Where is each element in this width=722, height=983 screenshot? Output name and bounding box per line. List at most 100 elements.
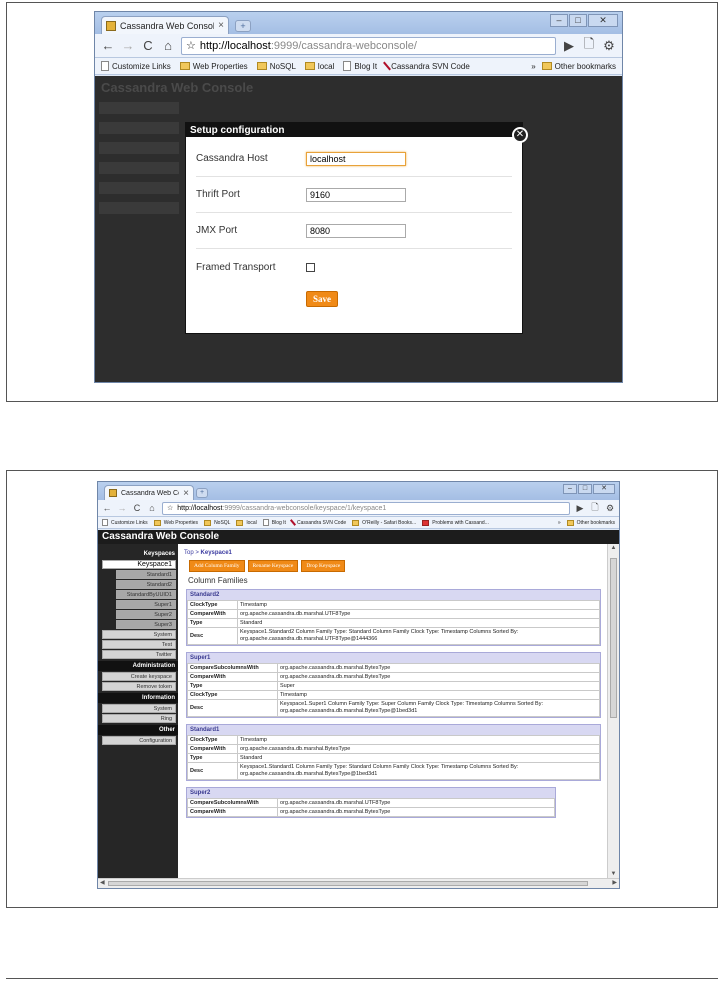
jmx-port-input[interactable] <box>306 223 406 238</box>
framed-transport-checkbox[interactable] <box>306 262 315 272</box>
column-family-name[interactable]: Standard2 <box>187 590 600 600</box>
column-family-name[interactable]: Standard1 <box>187 725 600 735</box>
other-bookmarks[interactable]: Other bookmarks <box>566 519 615 526</box>
rename-keyspace-button[interactable]: Rename Keyspace <box>247 560 299 572</box>
browser-tab[interactable]: Cassandra Web Console × <box>104 485 194 500</box>
forward-icon[interactable]: → <box>117 503 127 513</box>
sidebar-item-standard1[interactable]: Standard1 <box>116 570 176 579</box>
property-key: Desc <box>187 627 238 645</box>
wrench-icon[interactable]: ⚙ <box>602 38 616 54</box>
maximize-button[interactable]: □ <box>569 14 587 27</box>
bookmark-item[interactable]: Web Properties <box>179 62 248 71</box>
drop-keyspace-button[interactable]: Drop Keyspace <box>301 560 346 572</box>
page-menu-icon[interactable]: 🗋 <box>590 500 600 516</box>
bookmark-label: Blog It <box>354 61 378 71</box>
sidebar-item-configuration[interactable]: Configuration <box>102 736 176 745</box>
bookmark-item[interactable]: Cassandra SVN Code <box>383 61 470 71</box>
sidebar-item-test[interactable]: Test <box>102 640 176 649</box>
address-bar[interactable]: ☆ http://localhost:9999/cassandra-webcon… <box>162 501 570 515</box>
bookmark-star-icon[interactable]: ☆ <box>186 39 196 52</box>
reload-icon[interactable]: C <box>132 503 142 513</box>
framed-transport-label: Framed Transport <box>196 261 276 273</box>
bookmark-item[interactable]: Web Properties <box>153 519 198 526</box>
more-bookmarks-icon[interactable]: » <box>531 62 535 71</box>
home-icon[interactable]: ⌂ <box>161 38 175 53</box>
home-icon[interactable]: ⌂ <box>147 503 157 513</box>
go-icon[interactable]: ▶ <box>575 503 585 514</box>
bookmark-item[interactable]: Customize Links <box>101 61 171 71</box>
column-family-standard1: Standard1 ClockType Timestamp CompareWith… <box>186 724 601 781</box>
sidebar-item-system-keyspace[interactable]: System <box>102 630 176 639</box>
column-family-name[interactable]: Super2 <box>187 788 555 798</box>
breadcrumb-top-link[interactable]: Top <box>184 550 194 556</box>
scroll-up-icon[interactable]: ▲ <box>608 545 619 551</box>
sidebar-item-twitter[interactable]: Twitter <box>102 650 176 659</box>
favicon-icon <box>109 489 117 497</box>
scrollbar-thumb[interactable] <box>108 881 588 886</box>
column-family-properties: ClockType Timestamp CompareWith org.apache… <box>187 600 600 645</box>
tab-close-icon[interactable]: × <box>183 488 189 499</box>
go-icon[interactable]: ▶ <box>562 38 576 54</box>
sidebar-item-remove-token[interactable]: Remove token <box>102 682 176 691</box>
page-menu-icon[interactable]: 🗋 <box>582 35 596 57</box>
sidebar-item-standardbyuuid1[interactable]: StandardByUUID1 <box>116 590 176 599</box>
scrollbar-thumb[interactable] <box>610 558 617 718</box>
bookmark-item[interactable]: O'Reilly - Safari Books... <box>352 519 416 526</box>
sidebar-item-super2[interactable]: Super2 <box>116 610 176 619</box>
bookmark-item[interactable]: Cassandra SVN Code <box>289 519 346 526</box>
other-bookmarks[interactable]: Other bookmarks <box>541 62 616 71</box>
sidebar-item-super3[interactable]: Super3 <box>116 620 176 629</box>
dialog-close-icon[interactable]: ✕ <box>512 127 528 143</box>
sidebar-header-information: Information <box>98 693 178 703</box>
address-bar[interactable]: ☆ http://localhost:9999/cassandra-webcon… <box>181 36 556 55</box>
thrift-port-input[interactable] <box>306 187 406 202</box>
minimize-button[interactable]: – <box>563 484 577 494</box>
scroll-left-icon[interactable]: ◀ <box>100 879 105 886</box>
bookmark-item[interactable]: Problems with Cassand... <box>422 519 489 526</box>
bookmark-item[interactable]: NoSQL <box>204 519 230 526</box>
bookmark-item[interactable]: local <box>304 62 334 71</box>
bookmark-item[interactable]: Blog It <box>262 519 286 526</box>
page-viewport: Cassandra Web Console Keyspaces Keyspace… <box>98 530 619 888</box>
sidebar-item-super1[interactable]: Super1 <box>116 600 176 609</box>
sidebar-item-keyspace1[interactable]: Keyspace1 <box>102 560 176 569</box>
scroll-right-icon[interactable]: ▶ <box>612 879 617 886</box>
wrench-icon[interactable]: ⚙ <box>605 503 615 514</box>
more-bookmarks-icon[interactable]: » <box>558 520 561 526</box>
table-row: Type Super <box>187 681 600 691</box>
folder-icon <box>422 519 430 526</box>
save-button[interactable]: Save <box>306 291 338 307</box>
table-row: Desc Keyspace1.Standard1 Column Family Ty… <box>187 762 600 780</box>
reload-icon[interactable]: C <box>141 38 155 53</box>
sidebar-item-ring[interactable]: Ring <box>102 714 176 723</box>
back-icon[interactable]: ← <box>101 38 115 53</box>
sidebar-item-standard2[interactable]: Standard2 <box>116 580 176 589</box>
property-value: org.apache.cassandra.db.marshal.UTF8Type <box>277 798 555 808</box>
sidebar-item-create-keyspace[interactable]: Create keyspace <box>102 672 176 681</box>
minimize-button[interactable]: – <box>550 14 568 27</box>
forward-icon[interactable]: → <box>121 38 135 53</box>
bookmark-star-icon[interactable]: ☆ <box>167 504 173 512</box>
sidebar-item-system-info[interactable]: System <box>102 704 176 713</box>
tab-close-icon[interactable]: × <box>218 20 224 31</box>
add-column-family-button[interactable]: Add Column Family <box>189 560 245 572</box>
property-key: Type <box>187 618 238 628</box>
bookmark-item[interactable]: local <box>236 519 257 526</box>
bookmark-item[interactable]: Blog It <box>343 61 377 71</box>
new-tab-button[interactable]: + <box>196 488 208 498</box>
maximize-button[interactable]: □ <box>578 484 592 494</box>
form-row-thrift: Thrift Port <box>196 177 512 213</box>
scroll-down-icon[interactable]: ▼ <box>608 871 619 877</box>
browser-tab[interactable]: Cassandra Web Console × <box>101 16 229 34</box>
vertical-scrollbar[interactable]: ▲ ▼ <box>607 544 619 878</box>
bookmark-item[interactable]: Customize Links <box>102 519 148 526</box>
horizontal-scrollbar[interactable]: ◀ ▶ <box>98 878 619 888</box>
close-window-button[interactable]: ✕ <box>588 14 618 27</box>
host-input[interactable] <box>306 151 406 166</box>
table-row: CompareWith org.apache.cassandra.db.marsh… <box>187 672 600 682</box>
column-family-name[interactable]: Super1 <box>187 653 600 663</box>
new-tab-button[interactable]: + <box>235 20 251 32</box>
close-window-button[interactable]: ✕ <box>593 484 615 494</box>
back-icon[interactable]: ← <box>102 503 112 513</box>
bookmark-item[interactable]: NoSQL <box>256 62 296 71</box>
